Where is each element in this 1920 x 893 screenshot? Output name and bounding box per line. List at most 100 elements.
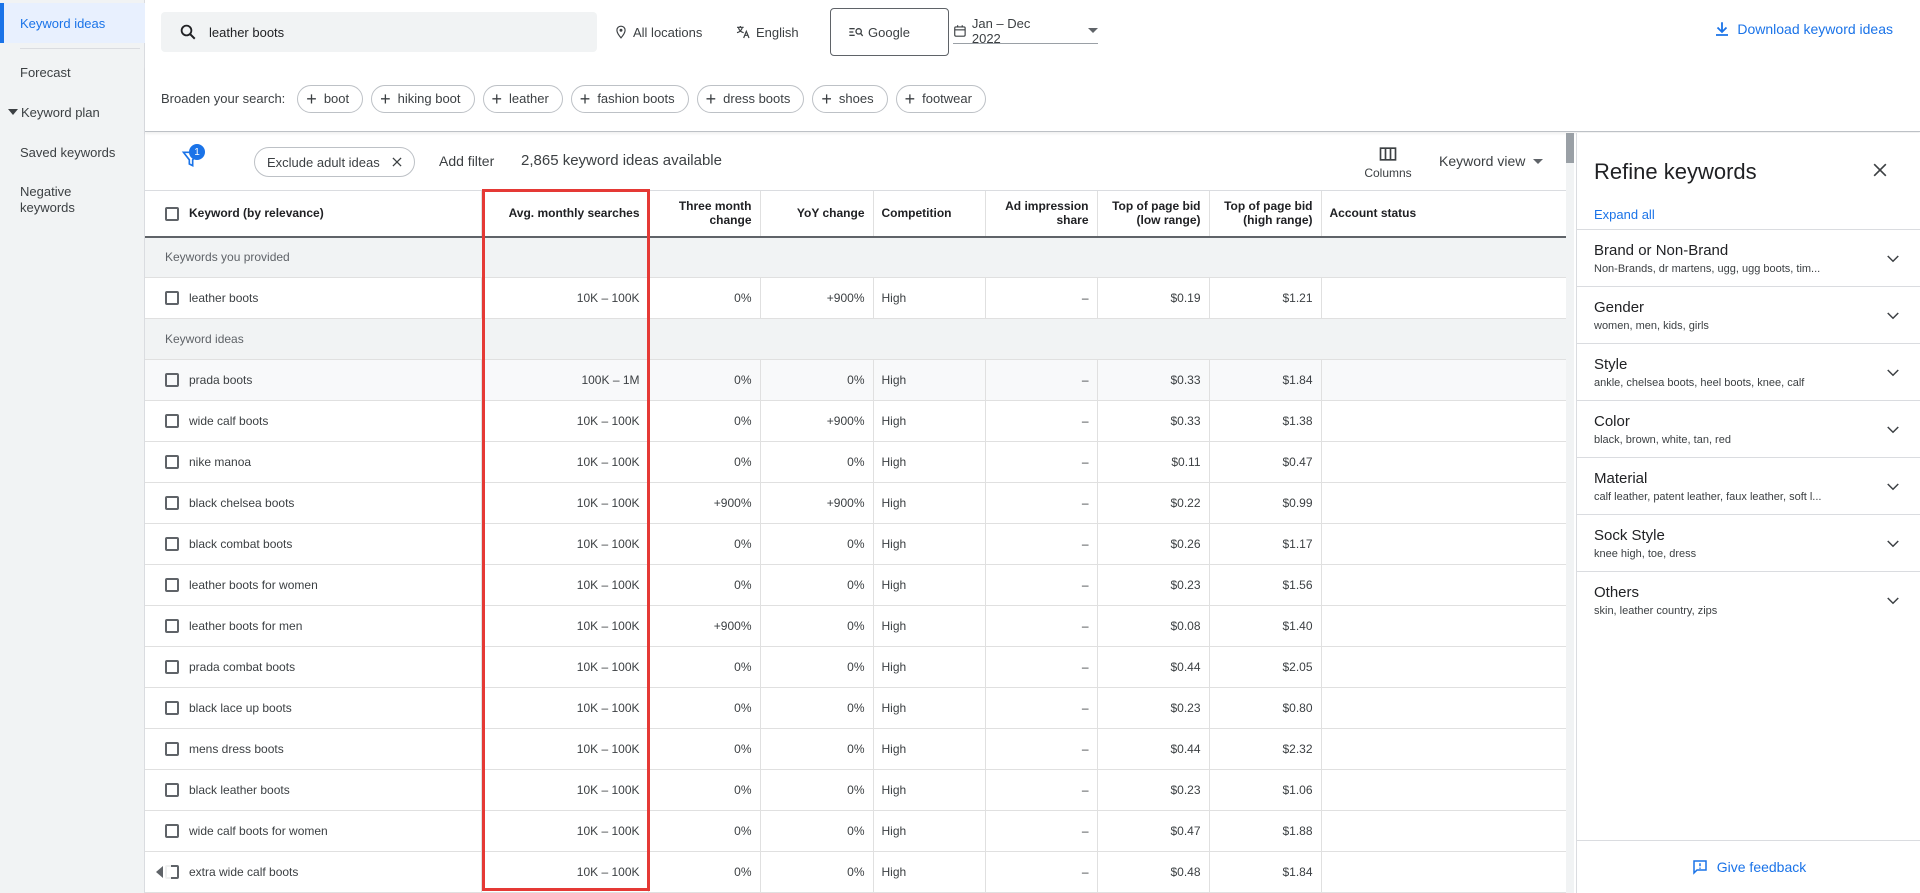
checkbox[interactable] [165,414,179,429]
chevron-down-icon[interactable] [1884,364,1902,382]
refine-category[interactable]: Color black, brown, white, tan, red [1577,400,1920,457]
refine-category[interactable]: Brand or Non-Brand Non-Brands, dr martens… [1577,229,1920,286]
three-month-change-cell: 0% [647,646,760,688]
table-row[interactable]: black leather boots 10K – 100K 0% 0% High – $0… [145,769,1569,811]
table-row[interactable]: leather boots for women 10K – 100K 0% 0% Hig… [145,564,1569,606]
checkbox[interactable] [165,455,179,470]
checkbox[interactable] [165,660,179,675]
table-row[interactable]: black chelsea boots 10K – 100K +900% +900% H… [145,482,1569,524]
checkbox[interactable] [165,206,179,221]
row-checkbox[interactable] [145,687,181,729]
add-filter-button[interactable]: Add filter [439,153,494,169]
three-month-change-cell: +900% [647,605,760,647]
table-row[interactable]: nike manoa 10K – 100K 0% 0% High – $0.11 $0.47 [145,441,1569,483]
sidebar-item-forecast[interactable]: Forecast [0,52,145,92]
table-row[interactable]: black combat boots 10K – 100K 0% 0% High – $0.… [145,523,1569,565]
row-checkbox[interactable] [145,400,181,442]
sidebar-item-negative-keywords[interactable]: Negative keywords [0,180,90,220]
search-input[interactable] [209,24,569,40]
checkbox[interactable] [165,701,179,716]
row-checkbox[interactable] [145,810,181,852]
header-competition[interactable]: Competition [872,190,985,238]
row-checkbox[interactable] [145,769,181,811]
give-feedback-button[interactable]: Give feedback [1577,840,1920,893]
refine-category[interactable]: Others skin, leather country, zips [1577,571,1920,628]
checkbox[interactable] [165,291,179,306]
chevron-down-icon[interactable] [1884,307,1902,325]
checkbox[interactable] [165,578,179,593]
header-avg-monthly-searches[interactable]: Avg. monthly searches [480,190,648,238]
broaden-chip[interactable]: + shoes [812,84,888,113]
checkbox[interactable] [165,783,179,798]
vertical-scrollbar[interactable] [1566,133,1574,893]
network-selector[interactable]: Google [830,8,949,56]
checkbox[interactable] [165,742,179,757]
close-icon[interactable] [390,155,404,169]
sidebar-item-keyword-ideas[interactable]: Keyword ideas [0,3,145,43]
chevron-down-icon[interactable] [1884,535,1902,553]
row-checkbox[interactable] [145,646,181,688]
avg-monthly-searches-cell: 10K – 100K [480,851,648,893]
select-all-checkbox[interactable] [145,190,181,238]
table-row[interactable]: wide calf boots 10K – 100K 0% +900% High – $0.… [145,400,1569,442]
table-row[interactable]: leather boots 10K – 100K 0% +900% High – $0.19… [145,277,1569,319]
close-icon[interactable] [1870,160,1890,180]
sidebar-item-keyword-plan[interactable]: Keyword plan [0,92,145,132]
header-bid-low[interactable]: Top of page bid (low range) [1096,190,1209,238]
header-account-status[interactable]: Account status [1320,190,1569,238]
chevron-down-icon[interactable] [1884,250,1902,268]
chevron-down-icon[interactable] [1884,421,1902,439]
table-row[interactable]: leather boots for men 10K – 100K +900% 0% Hi… [145,605,1569,647]
search-box[interactable] [161,12,597,52]
row-checkbox[interactable] [145,359,181,401]
three-month-change-cell: +900% [647,482,760,524]
refine-category[interactable]: Material calf leather, patent leather, fa… [1577,457,1920,514]
header-bid-high[interactable]: Top of page bid (high range) [1208,190,1321,238]
keyword-view-dropdown[interactable]: Keyword view [1439,153,1544,169]
exclude-adult-ideas-chip[interactable]: Exclude adult ideas [254,147,415,177]
scrollbar-thumb[interactable] [1566,133,1574,163]
row-checkbox[interactable] [145,728,181,770]
chevron-down-icon[interactable] [1884,592,1902,610]
table-row[interactable]: extra wide calf boots 10K – 100K 0% 0% High –… [145,851,1569,893]
broaden-chip[interactable]: + fashion boots [570,84,689,113]
header-yoy-change[interactable]: YoY change [759,190,873,238]
checkbox[interactable] [165,496,179,511]
refine-category[interactable]: Gender women, men, kids, girls [1577,286,1920,343]
row-checkbox[interactable] [145,441,181,483]
table-row[interactable]: prada boots 100K – 1M 0% 0% High – $0.33 $1.84 [145,359,1569,401]
download-keyword-ideas-link[interactable]: Download keyword ideas [1713,20,1893,38]
table-row[interactable]: wide calf boots for women 10K – 100K 0% 0% H… [145,810,1569,852]
header-three-month-change[interactable]: Three month change [647,190,760,238]
broaden-chip[interactable]: + dress boots [696,84,805,113]
checkbox[interactable] [165,373,179,388]
table-row[interactable]: mens dress boots 10K – 100K 0% 0% High – $0.44… [145,728,1569,770]
sidebar-item-saved-keywords[interactable]: Saved keywords [0,132,145,172]
table-row[interactable]: prada combat boots 10K – 100K 0% 0% High – $0.… [145,646,1569,688]
row-checkbox[interactable] [145,482,181,524]
columns-button[interactable]: Columns [1363,145,1413,180]
expand-all-link[interactable]: Expand all [1594,207,1655,222]
row-checkbox[interactable] [145,523,181,565]
refine-category[interactable]: Sock Style knee high, toe, dress [1577,514,1920,571]
broaden-chip[interactable]: + boot [297,84,364,113]
date-range-selector[interactable]: Jan – Dec 2022 [953,16,1098,46]
competition-cell: High [872,400,985,442]
row-checkbox[interactable] [145,277,181,319]
scroll-left-button[interactable] [147,860,171,884]
language-selector[interactable]: English [735,20,799,44]
row-checkbox[interactable] [145,564,181,606]
row-checkbox[interactable] [145,605,181,647]
broaden-chip[interactable]: + leather [482,84,563,113]
checkbox[interactable] [165,537,179,552]
broaden-chip[interactable]: + hiking boot [371,84,475,113]
location-selector[interactable]: All locations [614,20,702,44]
header-ad-impression-share[interactable]: Ad impression share [984,190,1097,238]
refine-category[interactable]: Style ankle, chelsea boots, heel boots, k… [1577,343,1920,400]
broaden-chip[interactable]: + footwear [895,84,986,113]
table-row[interactable]: black lace up boots 10K – 100K 0% 0% High – $0… [145,687,1569,729]
chevron-down-icon[interactable] [1884,478,1902,496]
checkbox[interactable] [165,619,179,634]
header-keyword[interactable]: Keyword (by relevance) [181,190,481,238]
checkbox[interactable] [165,824,179,839]
